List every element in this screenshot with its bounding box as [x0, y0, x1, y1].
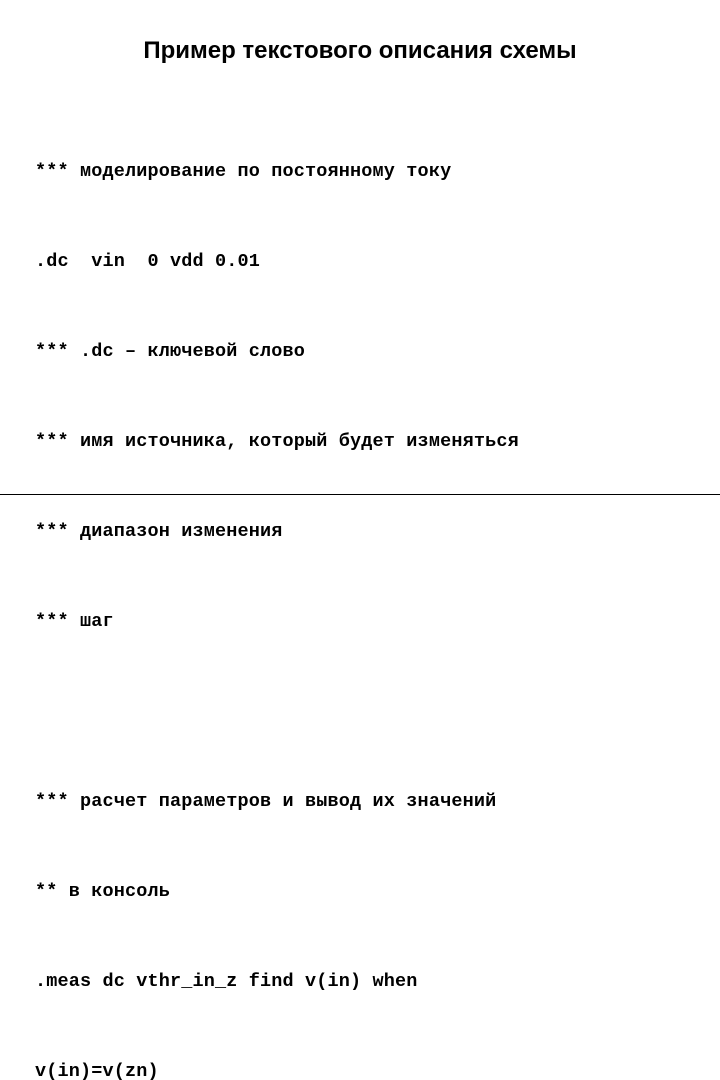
- netlist-code-block: *** моделирование по постоянному току .d…: [35, 97, 715, 1080]
- code-line: *** шаг: [35, 611, 114, 632]
- page-title: Пример текстового описания схемы: [143, 37, 577, 64]
- code-line: *** расчет параметров и вывод их значени…: [35, 791, 497, 812]
- code-line: *** диапазон изменения: [35, 521, 283, 542]
- slide-canvas: Пример текстового описания схемы *** мод…: [0, 0, 720, 1080]
- code-line: *** .dc – ключевой слово: [35, 341, 306, 362]
- code-line: v(in)=v(zn): [35, 1061, 159, 1080]
- code-line: .meas dc vthr_in_z find v(in) when: [35, 971, 418, 992]
- code-line: .dc vin 0 vdd 0.01: [35, 251, 261, 272]
- horizontal-divider: [0, 494, 720, 495]
- code-line: *** моделирование по постоянному току: [35, 161, 452, 182]
- code-line: *** имя источника, который будет изменят…: [35, 431, 519, 452]
- code-line: ** в консоль: [35, 881, 171, 902]
